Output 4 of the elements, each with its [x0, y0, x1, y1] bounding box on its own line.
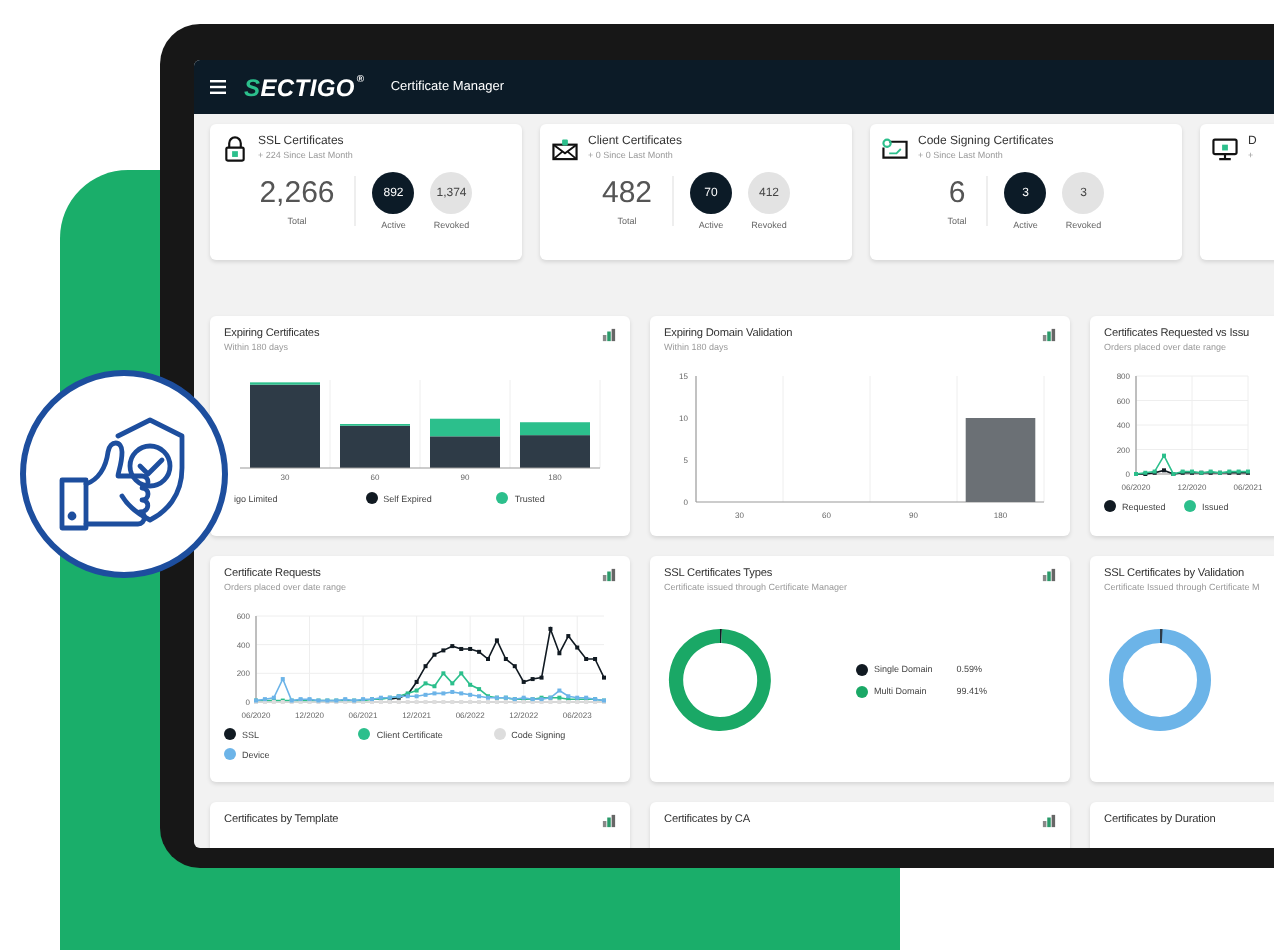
total-count: 6	[948, 176, 966, 210]
total-count: 482	[601, 176, 653, 210]
total-count: 2,266	[259, 176, 335, 210]
logo: SECTIGO$^{®}$	[244, 73, 365, 101]
